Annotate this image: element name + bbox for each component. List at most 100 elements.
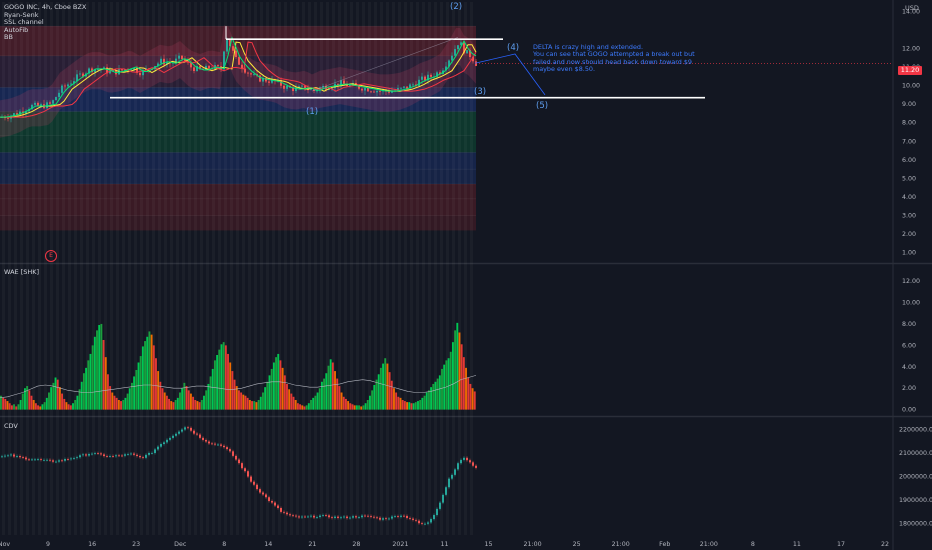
candle-body xyxy=(193,67,195,72)
wae-bar xyxy=(229,362,232,410)
indicator-legend[interactable]: GOGO INC, 4h, Cboe BZX Ryan-Senk SSL cha… xyxy=(4,3,86,42)
cdv-body xyxy=(280,508,282,512)
wae-bar xyxy=(17,404,20,410)
cdv-body xyxy=(100,453,102,455)
wae-bar xyxy=(462,357,465,410)
session-stripe xyxy=(350,2,353,535)
wae-bar xyxy=(139,356,142,410)
cdv-body xyxy=(166,439,168,443)
wave-label-2[interactable]: (2) xyxy=(450,2,462,12)
wae-bar xyxy=(189,393,192,410)
wave-label-3[interactable]: (3) xyxy=(474,87,486,97)
candle-body xyxy=(253,74,255,75)
cdv-body xyxy=(133,453,135,455)
wae-bar xyxy=(41,404,44,410)
wave-label-1[interactable]: (1) xyxy=(306,107,318,117)
cdv-body xyxy=(148,453,150,455)
candle-body xyxy=(55,97,57,101)
wave-label-4[interactable]: (4) xyxy=(507,43,519,53)
wae-bar xyxy=(168,398,171,410)
wae-bar xyxy=(216,355,219,410)
cdv-panel-title[interactable]: CDV xyxy=(4,422,18,430)
wae-bar xyxy=(196,401,199,410)
cdv-body xyxy=(364,515,366,517)
wae-bar xyxy=(312,397,315,410)
wae-bar xyxy=(318,388,321,410)
wae-bar xyxy=(397,396,400,410)
cdv-body xyxy=(232,451,234,456)
session-stripe xyxy=(446,2,449,535)
session-stripe xyxy=(152,2,155,535)
wae-bar xyxy=(257,400,260,410)
wae-bar xyxy=(80,381,83,410)
wae-bar xyxy=(117,400,120,410)
candle-body xyxy=(316,90,318,92)
wae-bar xyxy=(174,400,177,410)
session-stripe xyxy=(260,2,263,535)
cdv-body xyxy=(112,456,114,457)
wae-bar xyxy=(403,401,406,410)
time-axis-tick: 11 xyxy=(440,541,448,548)
cdv-body xyxy=(103,454,105,457)
wae-bar xyxy=(144,341,146,410)
cdv-body xyxy=(403,515,405,517)
wae-bar xyxy=(303,406,306,410)
wae-bar xyxy=(364,403,367,410)
wae-bar xyxy=(52,382,55,410)
cdv-body xyxy=(25,457,27,460)
analysis-annotation[interactable]: DELTA is crazy high and extended. You ca… xyxy=(533,43,695,74)
price-axis-tick: 3.00 xyxy=(902,213,916,220)
indicator-bb[interactable]: BB xyxy=(4,34,86,42)
cdv-body xyxy=(451,474,453,479)
cdv-body xyxy=(172,435,174,438)
wae-bar xyxy=(34,403,37,410)
cdv-body xyxy=(457,463,459,470)
cdv-body xyxy=(319,515,321,518)
wae-bar xyxy=(358,405,360,410)
cdv-body xyxy=(91,453,93,455)
time-axis-tick: Dec xyxy=(174,541,187,548)
wae-bar xyxy=(329,359,332,410)
wae-bar xyxy=(382,363,384,410)
price-axis-tick: 8.00 xyxy=(902,120,916,127)
session-stripe xyxy=(464,2,467,535)
wae-bar xyxy=(473,391,476,410)
wae-bar xyxy=(113,395,116,410)
session-stripe xyxy=(434,2,437,535)
wae-bar xyxy=(301,405,304,410)
wae-bar xyxy=(355,405,358,410)
cdv-body xyxy=(400,515,402,517)
session-stripe xyxy=(116,2,119,535)
wae-bar xyxy=(351,404,354,410)
wae-bar xyxy=(305,405,308,410)
cdv-body xyxy=(121,455,123,457)
wae-bar xyxy=(248,400,251,410)
cdv-axis-tick: 1900000.00 xyxy=(899,497,932,504)
cdv-body xyxy=(277,505,279,509)
wae-bar xyxy=(181,388,184,410)
trading-chart[interactable]: 14.0012.0011.0010.009.008.007.006.005.00… xyxy=(0,0,932,550)
indicator-autofib[interactable]: AutoFib xyxy=(4,26,86,35)
wae-bar xyxy=(176,397,179,410)
cdv-body xyxy=(109,456,111,457)
wae-bar xyxy=(211,368,214,410)
wae-bar xyxy=(270,368,273,410)
session-stripe xyxy=(314,2,317,535)
session-stripe xyxy=(164,2,167,535)
wae-bar xyxy=(26,386,29,410)
session-stripe xyxy=(392,2,395,535)
candle-body xyxy=(403,86,405,88)
wae-panel-title[interactable]: WAE [SHK] xyxy=(4,268,39,276)
wae-bar xyxy=(388,372,391,410)
wae-bar xyxy=(430,387,433,410)
wae-bar xyxy=(417,401,419,410)
candle-body xyxy=(367,87,369,92)
cdv-body xyxy=(58,460,60,462)
cdv-body xyxy=(199,434,201,438)
earnings-event-icon[interactable]: E xyxy=(45,250,57,262)
wae-bar xyxy=(438,375,441,410)
wave-label-5[interactable]: (5) xyxy=(536,101,548,111)
cdv-body xyxy=(73,458,75,459)
wae-bar xyxy=(441,368,443,410)
cdv-body xyxy=(427,522,429,524)
